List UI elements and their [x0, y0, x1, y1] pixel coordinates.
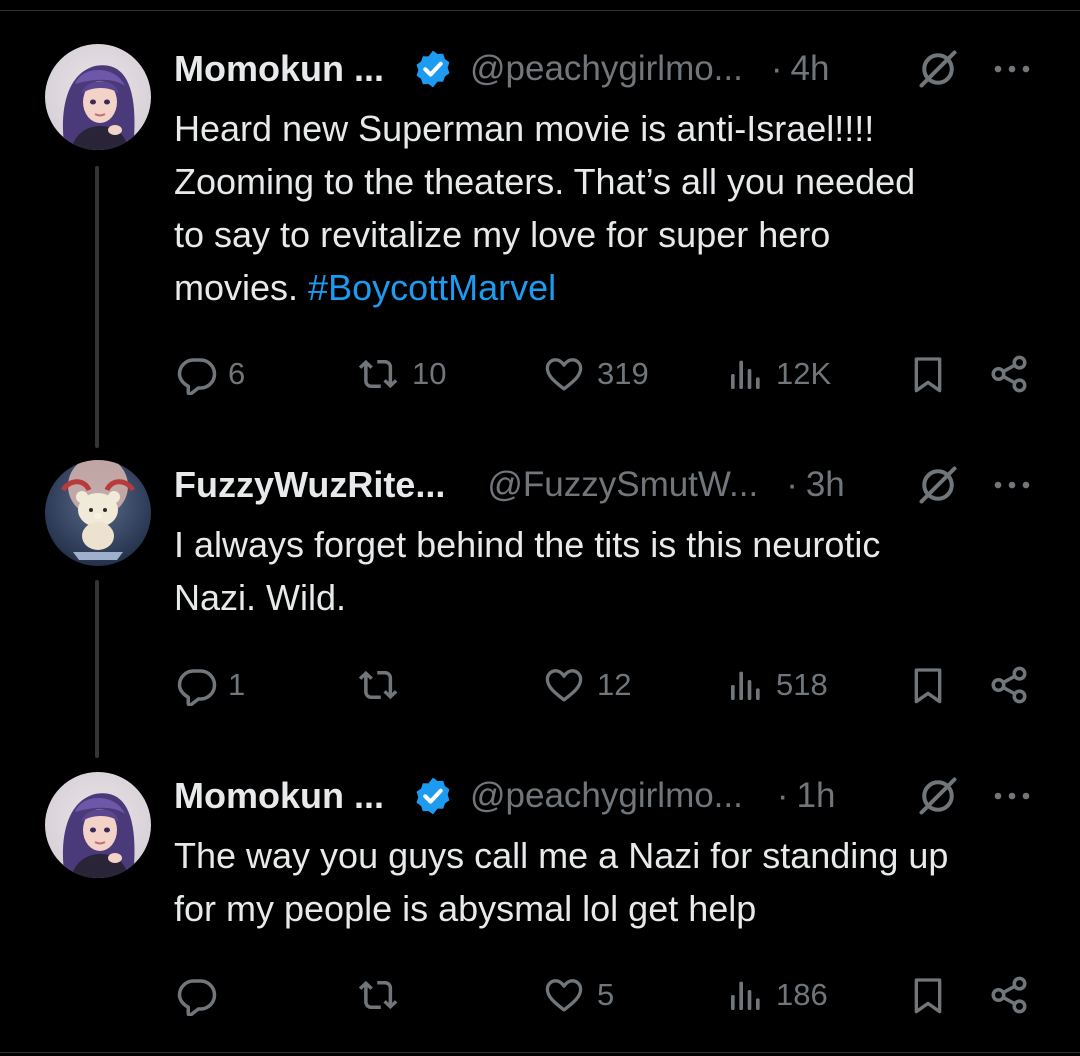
reply-icon	[176, 974, 218, 1016]
repost-icon	[356, 353, 402, 395]
bookmark-icon	[908, 663, 948, 707]
username-handle[interactable]: @peachygirlmo...	[470, 49, 743, 89]
reply-count: 6	[228, 356, 246, 391]
like-button[interactable]: 5	[541, 970, 614, 1020]
tweet-header: FuzzyWuzRite... @FuzzySmutW... · 3h	[174, 462, 845, 508]
like-count: 319	[597, 356, 649, 391]
bookmark-button[interactable]	[908, 349, 948, 399]
grok-icon[interactable]	[916, 47, 960, 91]
display-name[interactable]: Momokun ...	[174, 775, 384, 817]
grok-icon[interactable]	[916, 463, 960, 507]
reply-button[interactable]: 6	[176, 349, 245, 399]
action-bar: 1 12 518	[0, 660, 1080, 710]
reply-button[interactable]	[176, 970, 228, 1020]
views-icon	[726, 975, 766, 1015]
views-icon	[726, 665, 766, 705]
views-button[interactable]: 518	[726, 660, 828, 710]
separator-dot: ·	[786, 465, 798, 504]
verified-badge-icon[interactable]	[412, 48, 454, 90]
like-count: 12	[597, 667, 632, 702]
share-icon	[988, 353, 1030, 395]
reply-icon	[176, 664, 218, 706]
repost-button[interactable]: 10	[356, 349, 446, 399]
timestamp[interactable]: 4h	[791, 49, 830, 89]
tweet-text: Heard new Superman movie is anti-Israel!…	[174, 102, 1044, 314]
action-bar: 5 186	[0, 970, 1080, 1020]
view-count: 518	[776, 667, 828, 702]
tweet-text: The way you guys call me a Nazi for stan…	[174, 829, 1044, 935]
username-handle[interactable]: @peachygirlmo...	[470, 776, 743, 816]
like-count: 5	[597, 977, 615, 1012]
tweet-header: Momokun ... @peachygirlmo... · 4h	[174, 46, 829, 92]
views-icon	[726, 354, 766, 394]
view-count: 186	[776, 977, 828, 1012]
timestamp[interactable]: 1h	[797, 776, 836, 816]
username-handle[interactable]: @FuzzySmutW...	[487, 465, 758, 505]
timestamp[interactable]: 3h	[806, 465, 845, 505]
bookmark-icon	[908, 973, 948, 1017]
views-button[interactable]: 12K	[726, 349, 831, 399]
tweet-text: I always forget behind the tits is this …	[174, 518, 1044, 624]
top-divider	[0, 10, 1080, 11]
more-icon[interactable]	[992, 479, 1032, 491]
hashtag-link[interactable]: #BoycottMarvel	[308, 267, 556, 308]
bookmark-button[interactable]	[908, 660, 948, 710]
repost-count: 10	[412, 356, 447, 391]
reply-button[interactable]: 1	[176, 660, 245, 710]
share-button[interactable]	[988, 970, 1030, 1020]
separator-dot: ·	[776, 776, 789, 815]
share-button[interactable]	[988, 349, 1030, 399]
display-name[interactable]: Momokun ...	[174, 48, 384, 90]
tweet-header: Momokun ... @peachygirlmo... · 1h	[174, 773, 835, 819]
bottom-divider	[0, 1052, 1080, 1053]
share-button[interactable]	[988, 660, 1030, 710]
share-icon	[988, 974, 1030, 1016]
like-icon	[541, 664, 587, 706]
more-icon[interactable]	[992, 63, 1032, 75]
repost-button[interactable]	[356, 970, 412, 1020]
share-icon	[988, 664, 1030, 706]
bookmark-icon	[908, 352, 948, 396]
like-icon	[541, 974, 587, 1016]
view-count: 12K	[776, 356, 832, 391]
views-button[interactable]: 186	[726, 970, 828, 1020]
reply-count: 1	[228, 667, 246, 702]
tweet-body: The way you guys call me a Nazi for stan…	[174, 835, 949, 929]
avatar[interactable]	[45, 772, 151, 878]
separator-dot: ·	[770, 49, 783, 88]
avatar[interactable]	[45, 44, 151, 150]
verified-badge-icon[interactable]	[412, 775, 454, 817]
repost-icon	[356, 974, 402, 1016]
grok-icon[interactable]	[916, 774, 960, 818]
like-icon	[541, 353, 587, 395]
repost-icon	[356, 664, 402, 706]
like-button[interactable]: 12	[541, 660, 631, 710]
repost-button[interactable]	[356, 660, 412, 710]
tweet-body: I always forget behind the tits is this …	[174, 524, 881, 618]
bookmark-button[interactable]	[908, 970, 948, 1020]
like-button[interactable]: 319	[541, 349, 649, 399]
reply-icon	[176, 353, 218, 395]
action-bar: 6 10 319 12K	[0, 349, 1080, 399]
display-name[interactable]: FuzzyWuzRite...	[174, 464, 445, 506]
more-icon[interactable]	[992, 790, 1032, 802]
avatar[interactable]	[45, 460, 151, 566]
thread-line	[95, 166, 99, 448]
